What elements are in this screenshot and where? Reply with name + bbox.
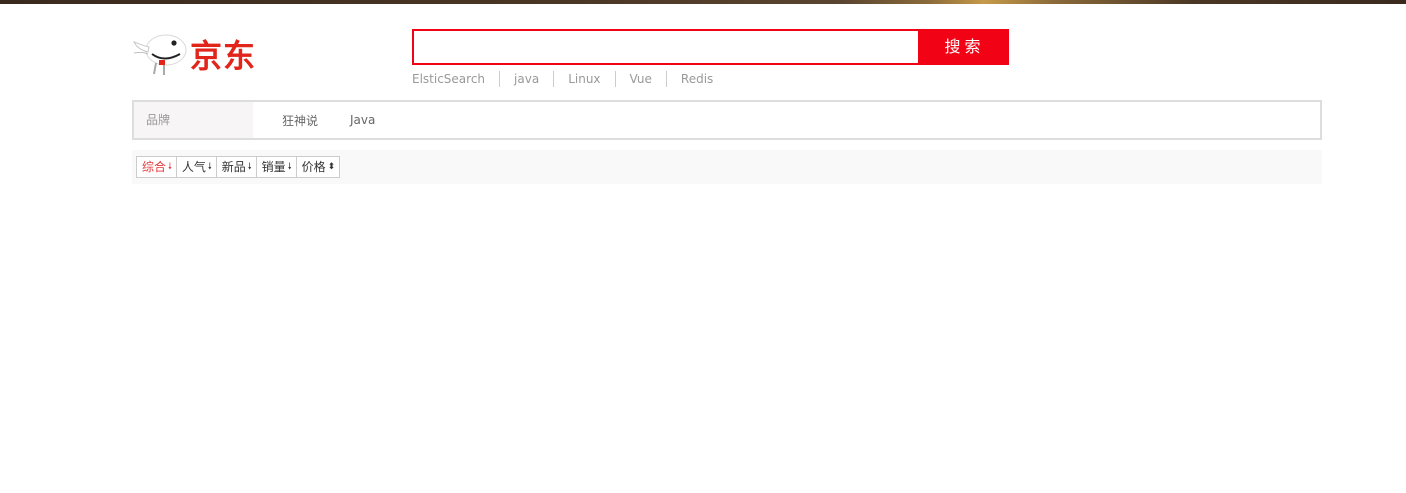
sort-label: 新品 bbox=[221, 160, 246, 174]
hotword-link[interactable]: Vue bbox=[630, 71, 667, 87]
hotwords-list: ElsticSearch java Linux Vue Redis bbox=[412, 70, 713, 88]
sort-new[interactable]: 新品 🠗 bbox=[215, 156, 257, 178]
jd-logo-text: 京东 bbox=[190, 37, 257, 75]
top-banner bbox=[0, 0, 1406, 4]
jd-mascot-icon bbox=[133, 34, 187, 75]
hotword-link[interactable]: Linux bbox=[568, 71, 616, 87]
hotword-link[interactable]: ElsticSearch bbox=[412, 71, 501, 87]
sort-comprehensive[interactable]: 综合 🠗 bbox=[136, 156, 177, 178]
sort-sales[interactable]: 销量 🠗 bbox=[255, 156, 297, 178]
search-button[interactable]: 搜索 bbox=[920, 29, 1009, 65]
search-input[interactable] bbox=[414, 31, 918, 63]
arrow-down-icon: 🠗 bbox=[207, 162, 212, 172]
sort-bar: 综合 🠗 人气 🠗 新品 🠗 销量 🠗 价格 ⬍ bbox=[132, 150, 1322, 184]
sort-label: 人气 bbox=[181, 160, 206, 174]
arrow-down-icon: 🠗 bbox=[168, 162, 172, 172]
sort-label: 综合 bbox=[142, 160, 167, 174]
jd-logo[interactable]: 京东 bbox=[132, 30, 272, 80]
sort-label: 销量 bbox=[261, 160, 286, 174]
sort-price[interactable]: 价格 ⬍ bbox=[295, 156, 341, 178]
brand-filter-label: 品牌 bbox=[134, 102, 253, 138]
sort-label: 价格 bbox=[301, 160, 326, 174]
hotword-link[interactable]: java bbox=[514, 71, 555, 87]
sort-updown-icon: ⬍ bbox=[327, 162, 336, 172]
sort-options: 综合 🠗 人气 🠗 新品 🠗 销量 🠗 价格 ⬍ bbox=[136, 156, 341, 178]
brand-filter-bar: 品牌 狂神说 Java bbox=[132, 100, 1322, 140]
brand-option[interactable]: 狂神说 bbox=[282, 112, 318, 129]
arrow-down-icon: 🠗 bbox=[287, 162, 292, 172]
search-box: 搜索 bbox=[412, 29, 1009, 65]
brand-filter-values: 狂神说 Java bbox=[282, 102, 407, 138]
arrow-down-icon: 🠗 bbox=[247, 162, 252, 172]
sort-popularity[interactable]: 人气 🠗 bbox=[175, 156, 217, 178]
hotword-link[interactable]: Redis bbox=[681, 71, 713, 87]
brand-option[interactable]: Java bbox=[350, 113, 375, 127]
